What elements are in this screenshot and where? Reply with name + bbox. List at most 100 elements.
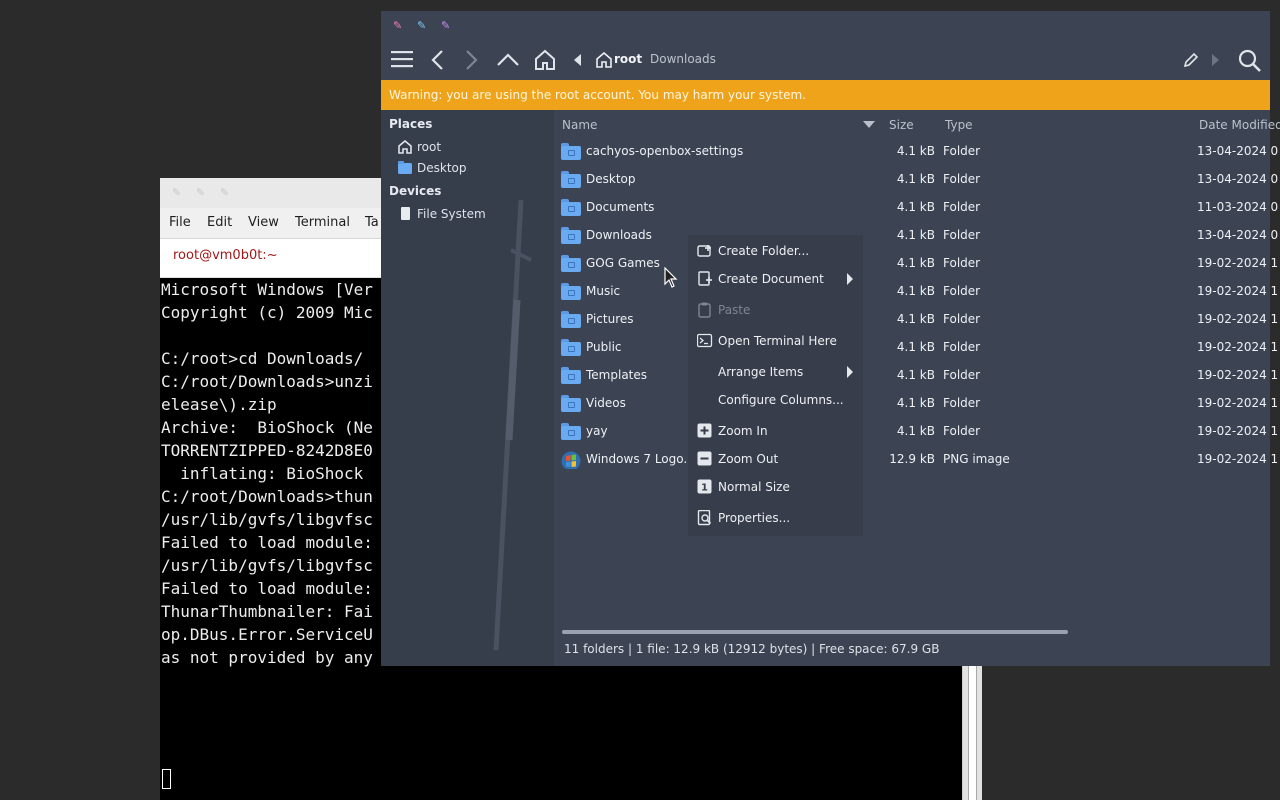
- toolbar: root Downloads: [381, 39, 1270, 80]
- terminal-line: Failed to load module:: [161, 579, 373, 598]
- menu-item-create-document[interactable]: Create Document: [688, 266, 863, 292]
- file-row[interactable]: Pictures 4.1 kB Folder 19-02-2024 1: [554, 306, 1278, 334]
- file-row[interactable]: Desktop 4.1 kB Folder 13-04-2024 0: [554, 166, 1278, 194]
- file-date: 19-02-2024 1: [1197, 424, 1279, 438]
- file-date: 19-02-2024 1: [1197, 396, 1279, 410]
- file-date: 19-02-2024 1: [1197, 284, 1279, 298]
- folder-icon: [561, 143, 581, 161]
- menu-item-label: Zoom In: [718, 424, 768, 438]
- file-row[interactable]: Windows 7 Logo.pr 12.9 kB PNG image 19-02-2…: [554, 446, 1278, 474]
- file-list-view[interactable]: Name Size Type Date Modified cachyos-ope…: [554, 110, 1280, 666]
- terminal-cursor: [162, 769, 171, 789]
- file-row[interactable]: cachyos-openbox-settings 4.1 kB Folder 13-0…: [554, 138, 1278, 166]
- menu-file[interactable]: File: [169, 215, 191, 230]
- menu-tabs[interactable]: Ta: [365, 215, 379, 230]
- file-name: cachyos-openbox-settings: [586, 144, 744, 158]
- path-button-root[interactable]: root: [614, 52, 642, 66]
- column-size[interactable]: Size: [889, 118, 914, 132]
- terminal-line: /usr/lib/gvfs/libgvfsc: [161, 510, 373, 529]
- menu-item-zoom-in[interactable]: Zoom In: [688, 418, 863, 444]
- file-row[interactable]: Music 4.1 kB Folder 19-02-2024 1: [554, 278, 1278, 306]
- window-button-icon[interactable]: ✎: [196, 187, 206, 198]
- file-row[interactable]: Templates 4.1 kB Folder 19-02-2024 1: [554, 362, 1278, 390]
- file-name: Pictures: [586, 312, 634, 326]
- devices-heading: Devices: [389, 184, 442, 198]
- places-heading: Places: [389, 117, 433, 131]
- path-button-current[interactable]: Downloads: [650, 52, 716, 66]
- folder-icon: [561, 255, 581, 273]
- file-manager-titlebar[interactable]: ✎ ✎ ✎: [381, 11, 1270, 39]
- horizontal-scrollbar[interactable]: [562, 630, 1068, 634]
- file-size: 4.1 kB: [896, 284, 935, 298]
- file-row[interactable]: Public 4.1 kB Folder 19-02-2024 1: [554, 334, 1278, 362]
- file-row[interactable]: yay 4.1 kB Folder 19-02-2024 1: [554, 418, 1278, 446]
- file-row[interactable]: Downloads 4.1 kB Folder 13-04-2024 0: [554, 222, 1278, 250]
- forward-icon[interactable]: [465, 50, 479, 70]
- menu-item-configure-columns[interactable]: Configure Columns...: [688, 387, 863, 413]
- column-header: Name Size Type Date Modified: [554, 110, 1280, 138]
- menu-hamburger-icon[interactable]: [391, 50, 413, 68]
- sort-descending-icon[interactable]: [863, 121, 875, 128]
- home-icon[interactable]: [534, 49, 556, 71]
- close-button-icon[interactable]: ✎: [393, 19, 402, 32]
- mouse-pointer-icon: [664, 267, 678, 288]
- terminal-line: Copyright (c) 2009 Mic: [161, 303, 373, 322]
- terminal-line: op.DBus.Error.ServiceU: [161, 625, 373, 644]
- file-type: Folder: [943, 200, 981, 214]
- window-button-icon[interactable]: ✎: [172, 187, 182, 198]
- terminal-line: C:/root/Downloads>unzi: [161, 372, 373, 391]
- file-row[interactable]: GOG Games 4.1 kB Folder 19-02-2024 1: [554, 250, 1278, 278]
- file-name: yay: [586, 424, 608, 438]
- file-type: Folder: [943, 368, 981, 382]
- menu-edit[interactable]: Edit: [207, 215, 232, 230]
- file-date: 19-02-2024 1: [1197, 256, 1279, 270]
- search-icon[interactable]: [1238, 49, 1262, 73]
- terminal-icon: [697, 333, 713, 348]
- file-date: 19-02-2024 1: [1197, 312, 1279, 326]
- column-type[interactable]: Type: [945, 118, 973, 132]
- menu-terminal[interactable]: Terminal: [295, 215, 350, 230]
- menu-item-zoom-out[interactable]: Zoom Out: [688, 446, 863, 472]
- terminal-tab-title[interactable]: root@vm0b0t:~: [173, 248, 278, 263]
- menu-view[interactable]: View: [248, 215, 279, 230]
- file-row[interactable]: Documents 4.1 kB Folder 11-03-2024 0: [554, 194, 1278, 222]
- parent-folder-icon[interactable]: [497, 53, 519, 67]
- katana-wallpaper-icon: [493, 199, 532, 651]
- window-button-icon[interactable]: ✎: [220, 187, 230, 198]
- back-icon[interactable]: [430, 50, 444, 70]
- menu-item-label: Create Folder...: [718, 244, 810, 258]
- menu-item-label: Zoom Out: [718, 452, 779, 466]
- file-size: 4.1 kB: [896, 368, 935, 382]
- terminal-line: Failed to load module:: [161, 533, 373, 552]
- menu-item-label: Paste: [718, 303, 751, 317]
- file-name: Downloads: [586, 228, 652, 242]
- file-name: GOG Games: [586, 256, 660, 270]
- column-date[interactable]: Date Modified: [1199, 118, 1280, 132]
- edit-location-icon[interactable]: [1183, 52, 1199, 68]
- drive-icon: [401, 207, 410, 220]
- file-name: Public: [586, 340, 622, 354]
- minimize-button-icon[interactable]: ✎: [441, 19, 450, 32]
- folder-icon: [561, 395, 581, 413]
- menu-item-label: Arrange Items: [718, 365, 804, 379]
- file-date: 13-04-2024 0: [1197, 228, 1279, 242]
- path-scroll-left-icon[interactable]: [574, 54, 582, 66]
- terminal-line: C:/root>cd Downloads/: [161, 349, 364, 368]
- terminal-line: C:/root/Downloads>thun: [161, 487, 373, 506]
- menu-item-properties[interactable]: Properties...: [688, 505, 863, 531]
- file-name: Windows 7 Logo.pr: [586, 452, 700, 466]
- menu-item-create-folder[interactable]: Create Folder...: [688, 238, 863, 264]
- normal-size-icon: 1: [697, 479, 712, 494]
- menu-item-arrange-items[interactable]: Arrange Items: [688, 359, 863, 385]
- file-row[interactable]: Videos 4.1 kB Folder 19-02-2024 1: [554, 390, 1278, 418]
- path-scroll-right-icon[interactable]: [1212, 54, 1220, 66]
- properties-icon: [697, 510, 712, 526]
- menu-item-normal-size[interactable]: 1 Normal Size: [688, 474, 863, 500]
- file-name: Templates: [586, 368, 648, 382]
- context-menu: Create Folder... Create Document Paste Open…: [688, 235, 863, 536]
- maximize-button-icon[interactable]: ✎: [417, 19, 426, 32]
- menu-item-paste[interactable]: Paste: [688, 297, 863, 323]
- menu-item-open-terminal-here[interactable]: Open Terminal Here: [688, 328, 863, 354]
- column-name[interactable]: Name: [562, 118, 597, 132]
